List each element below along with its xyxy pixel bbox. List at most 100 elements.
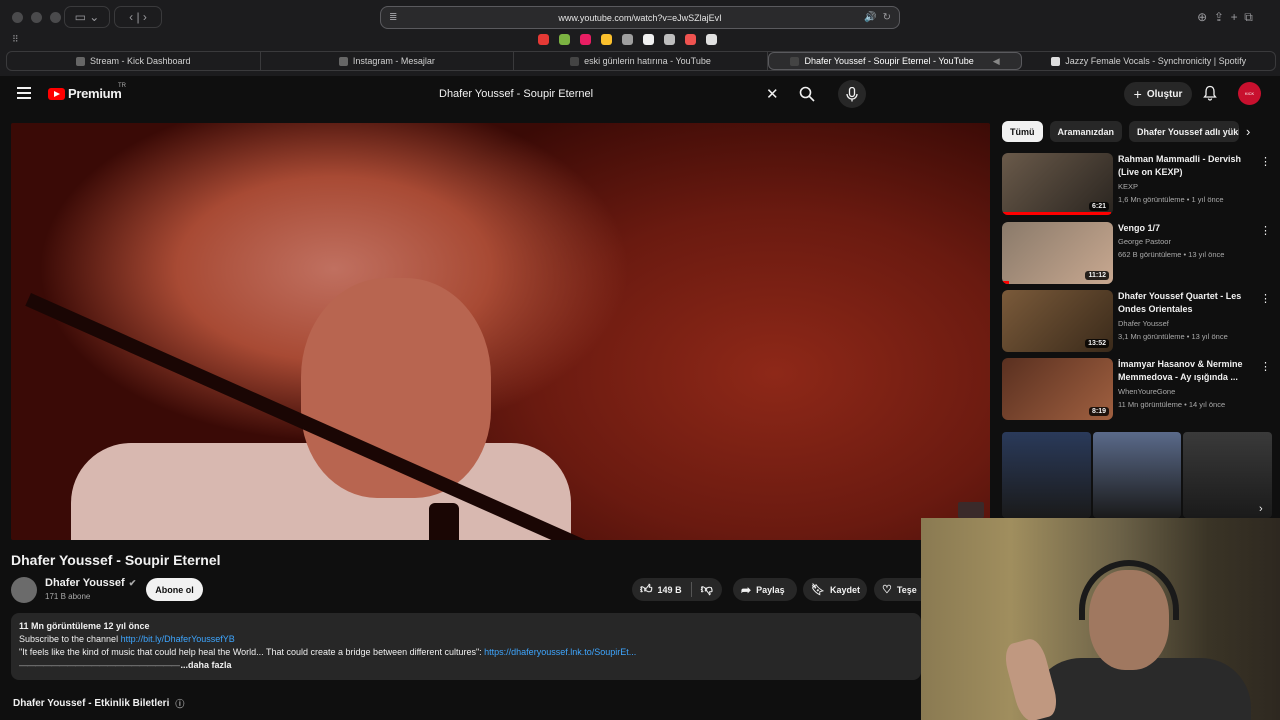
kick-icon <box>76 56 86 66</box>
like-button[interactable]: 👍︎ 149 B <box>640 582 682 597</box>
browser-chrome: ▭ ⌄ ‹ | › ≣ www.youtube.com/watch?v=eJwS… <box>0 0 1280 76</box>
show-more-button[interactable]: ...daha fazla <box>181 660 232 670</box>
tab-youtube-1[interactable]: eski günlerin hatırına - YouTube <box>514 52 768 70</box>
chip-from-search[interactable]: Aramanızdan <box>1049 121 1123 142</box>
chevron-right-icon[interactable]: › <box>1246 124 1250 139</box>
voice-search-button[interactable] <box>838 80 866 108</box>
create-button[interactable]: + Oluştur <box>1124 82 1192 106</box>
verified-icon: ✔ <box>128 577 137 588</box>
chip-channel-uploads[interactable]: Dhafer Youssef adlı yükl <box>1129 121 1240 142</box>
url-text: www.youtube.com/watch?v=eJwSZlajEvI <box>558 12 722 23</box>
favorite-site-icon[interactable] <box>706 34 717 45</box>
favorite-site-icon[interactable] <box>685 34 696 45</box>
favorite-site-icon[interactable] <box>643 34 654 45</box>
thanks-button[interactable]: ♡ Teşe <box>874 578 921 601</box>
favorite-site-icon[interactable] <box>622 34 633 45</box>
youtube-premium-logo[interactable]: Premium TR <box>48 83 126 101</box>
video-thumbnail[interactable]: 11:12 <box>1002 222 1113 284</box>
sidebar-toggle-button[interactable]: ▭ ⌄ <box>64 6 110 28</box>
recommended-video[interactable]: 13:52 Dhafer Youssef Quartet - Les Ondes … <box>1002 290 1272 352</box>
more-actions-icon[interactable]: ⋮ <box>1260 292 1271 305</box>
watch-progress-bar <box>1002 281 1009 284</box>
tab-spotify[interactable]: Jazzy Female Vocals - Synchronicity | Sp… <box>1022 52 1275 70</box>
chevron-right-icon[interactable]: › <box>1259 503 1263 515</box>
recommended-video[interactable]: 11:12 Vengo 1/7 George Pastoor 662 B görünt… <box>1002 222 1272 284</box>
recommended-title: Dhafer Youssef Quartet - Les Ondes Orien… <box>1118 291 1242 314</box>
short-thumbnail[interactable] <box>1002 432 1091 518</box>
page-settings-icon[interactable]: ≣ <box>389 12 397 23</box>
more-actions-icon[interactable]: ⋮ <box>1260 224 1271 237</box>
more-actions-icon[interactable]: ⋮ <box>1260 360 1271 373</box>
video-thumbnail[interactable]: 13:52 <box>1002 290 1113 352</box>
save-button[interactable]: 🔖︎ Kaydet <box>803 578 867 601</box>
search-icon <box>799 86 815 102</box>
clear-search-icon[interactable]: ✕ <box>766 85 779 103</box>
video-thumbnail[interactable]: 8:19 <box>1002 358 1113 420</box>
recommended-video[interactable]: 6:21 Rahman Mammadli - Dervish (Live on K… <box>1002 153 1272 215</box>
grid-icon[interactable]: ⠿ <box>12 34 19 45</box>
description-line-3: ―――――――――――――――――――― ...daha fazla <box>19 659 913 672</box>
recommended-title: İmamyar Hasanov & Nermine Memmedova - Ay… <box>1118 359 1243 382</box>
channel-avatar[interactable] <box>11 577 37 603</box>
thumbs-up-icon: 👍︎ <box>640 582 653 596</box>
reload-icon[interactable]: ↻ <box>883 12 891 23</box>
description-text: "It feels like the kind of music that co… <box>19 647 485 657</box>
favorite-site-icon[interactable] <box>664 34 675 45</box>
short-thumbnail[interactable] <box>1092 432 1182 518</box>
avatar-text: KICK <box>1244 91 1255 96</box>
tab-youtube-active[interactable]: Dhafer Youssef - Soupir Eternel - YouTub… <box>767 52 1023 70</box>
chip-all[interactable]: Tümü <box>1002 121 1043 142</box>
info-icon[interactable]: ⓘ <box>175 697 184 710</box>
favorite-site-icon[interactable] <box>601 34 612 45</box>
recommended-stats: 662 B görüntüleme • 13 yıl önce <box>1118 250 1225 259</box>
thumbs-down-icon[interactable]: 👎︎ <box>701 582 713 597</box>
youtube-icon <box>570 56 580 66</box>
channel-name[interactable]: Dhafer Youssef ✔ <box>45 577 136 589</box>
video-duration: 6:21 <box>1088 202 1109 211</box>
window-controls[interactable] <box>12 12 61 23</box>
favorites-bar <box>538 34 717 45</box>
watch-progress-bar <box>1002 212 1111 215</box>
thanks-label: Teşe <box>896 584 917 595</box>
mute-tab-icon[interactable]: ◀ <box>993 56 1000 67</box>
music-link[interactable]: https://dhaferyoussef.lnk.to/SoupirEt... <box>484 647 636 657</box>
share-button[interactable]: ➦ Paylaş <box>733 578 797 601</box>
back-forward-buttons[interactable]: ‹ | › <box>114 6 162 28</box>
subscribe-button[interactable]: Abone ol <box>146 578 203 601</box>
description-text: Subscribe to the channel <box>19 634 121 644</box>
subscribe-link[interactable]: http://bit.ly/DhaferYoussefYB <box>121 634 235 644</box>
tab-instagram[interactable]: Instagram - Mesajlar <box>261 52 515 70</box>
hamburger-menu-icon[interactable] <box>17 87 31 99</box>
shorts-shelf <box>1002 432 1273 518</box>
search-button[interactable] <box>792 82 822 106</box>
miniplayer-icon[interactable] <box>958 502 984 518</box>
recommended-title: Rahman Mammadli - Dervish (Live on KEXP) <box>1118 154 1242 177</box>
search-query: Dhafer Youssef - Soupir Eternel <box>439 88 594 100</box>
favorite-site-icon[interactable] <box>538 34 549 45</box>
video-player[interactable] <box>11 123 990 540</box>
address-bar[interactable]: ≣ www.youtube.com/watch?v=eJwSZlajEvI 🔊 ↻ <box>380 6 900 29</box>
notifications-bell-icon[interactable] <box>1202 85 1218 101</box>
webcam-overlay <box>921 518 1280 720</box>
favorite-site-icon[interactable] <box>580 34 591 45</box>
account-avatar[interactable]: KICK <box>1238 82 1261 105</box>
video-duration: 8:19 <box>1088 407 1109 416</box>
description-box[interactable]: 11 Mn görüntüleme 12 yıl önce Subscribe … <box>11 613 921 680</box>
video-duration: 13:52 <box>1085 339 1109 348</box>
video-thumbnail[interactable]: 6:21 <box>1002 153 1113 215</box>
audio-playing-icon[interactable]: 🔊 <box>864 12 876 23</box>
chevron-left-icon: ‹ | › <box>129 10 147 24</box>
tab-kick[interactable]: Stream - Kick Dashboard <box>7 52 261 70</box>
recommended-video[interactable]: 8:19 İmamyar Hasanov & Nermine Memmedova … <box>1002 358 1272 420</box>
microphone-icon <box>846 86 858 101</box>
search-input[interactable]: Dhafer Youssef - Soupir Eternel ✕ <box>428 80 788 108</box>
channel-name-text: Dhafer Youssef <box>45 577 125 589</box>
favorite-site-icon[interactable] <box>559 34 570 45</box>
new-tab-icon[interactable]: + <box>1231 10 1238 24</box>
tab-overview-icon[interactable]: ⧉ <box>1244 10 1253 25</box>
share-icon[interactable]: ⇪ <box>1214 10 1224 24</box>
view-count-date: 11 Mn görüntüleme 12 yıl önce <box>19 621 150 631</box>
download-icon[interactable]: ⊕ <box>1197 10 1207 24</box>
more-actions-icon[interactable]: ⋮ <box>1260 155 1271 168</box>
recommended-channel: WhenYoureGone <box>1118 387 1176 396</box>
